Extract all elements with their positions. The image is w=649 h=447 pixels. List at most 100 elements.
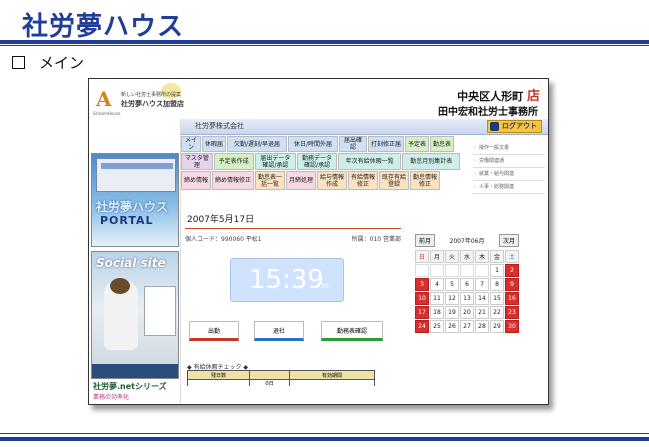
menu-item-payroll[interactable]: 給与情報作成 xyxy=(317,171,347,190)
menu-item-absence[interactable]: 欠勤/遅刻/早退届 xyxy=(227,136,287,152)
next-month-button[interactable]: 次月 xyxy=(498,233,519,247)
calendar-day[interactable]: 30 xyxy=(505,320,519,333)
calendar-day[interactable]: 13 xyxy=(460,292,474,305)
menu-item-month-close[interactable]: 月締処理 xyxy=(286,171,316,190)
calendar-day[interactable]: 11 xyxy=(430,292,444,305)
social-title: Social site xyxy=(96,256,166,270)
menu-item-stamp-fix[interactable]: 打刻修正届 xyxy=(368,136,404,152)
logo-name: 社労夢ハウス加盟店 xyxy=(121,100,184,108)
net-series-banner[interactable]: 社労夢.netシリーズ 業務の効率化 xyxy=(93,381,177,403)
calendar-day[interactable]: 3 xyxy=(415,278,429,291)
calendar-day[interactable]: 18 xyxy=(430,306,444,319)
office-name: 田中宏和社労士事務所 xyxy=(438,107,538,118)
side-link[interactable]: 労働関連通 xyxy=(473,155,545,168)
calendar-weekday: 金 xyxy=(490,250,504,263)
menu-item-attendance[interactable]: 勤怠表 xyxy=(430,136,454,152)
banner-column: 社労夢ハウス PORTAL Social site 社労夢.netシリーズ 業務… xyxy=(89,119,181,404)
calendar-day[interactable]: 26 xyxy=(445,320,459,333)
paid-leave-header: 残日数 有効期間 xyxy=(188,371,374,379)
portal-screenshot-thumb xyxy=(96,158,176,192)
menu-item-request-approve[interactable]: 届出データ確認/承認 xyxy=(254,153,297,170)
social-site-banner[interactable]: Social site xyxy=(91,251,179,379)
menu-row-2: マスタ管理 予定表作成 届出データ確認/承認 勤務データ確認/承認 年次有給休暇… xyxy=(181,153,461,170)
menu-item-master[interactable]: マスタ管理 xyxy=(181,153,213,170)
title-divider-thin xyxy=(0,45,649,46)
menu-item-close-info[interactable]: 締め情報 xyxy=(181,171,211,190)
company-name: 社労夢株式会社 xyxy=(195,122,244,130)
menu-item-work-approve[interactable]: 勤務データ確認/承認 xyxy=(297,153,337,170)
calendar-weekday: 月 xyxy=(430,250,444,263)
screen-image xyxy=(144,286,176,336)
calendar-day[interactable]: 20 xyxy=(460,306,474,319)
logo-sub: ShalomHouse xyxy=(93,111,121,116)
calendar-day[interactable]: 25 xyxy=(430,320,444,333)
main-menu: メイン 休暇届 欠勤/遅刻/早退届 休日/時間外届 届出確認 打刻修正届 予定表… xyxy=(181,136,461,191)
menu-item-request-check[interactable]: 届出確認 xyxy=(339,136,367,152)
menu-item-attendance-list[interactable]: 勤怠表一括一覧 xyxy=(255,171,285,190)
calendar-day[interactable]: 29 xyxy=(490,320,504,333)
paid-cell xyxy=(188,380,250,386)
clock-out-button[interactable]: 退社 xyxy=(254,321,304,341)
calendar-day[interactable]: 12 xyxy=(445,292,459,305)
calendar-day[interactable]: 28 xyxy=(475,320,489,333)
calendar-day[interactable]: 9 xyxy=(505,278,519,291)
calendar-weekday: 土 xyxy=(505,250,519,263)
calendar-day[interactable]: 27 xyxy=(460,320,474,333)
logo-tagline: 新しい社労士事務所の提案 xyxy=(121,92,182,98)
prev-month-button[interactable]: 前月 xyxy=(415,233,436,247)
calendar-empty-cell xyxy=(475,264,489,277)
menu-item-monthly-total[interactable]: 勤怠月別集計表 xyxy=(402,153,460,170)
work-record-button[interactable]: 勤務表確認 xyxy=(321,321,383,341)
calendar-day[interactable]: 4 xyxy=(430,278,444,291)
office-location: 中央区人形町 店 xyxy=(457,89,540,104)
calendar: 前月 2007年06月 次月 日月火水木金土 1 2 3 4 5 6 7 8 9 10 11 12 13 1… xyxy=(415,233,519,333)
calendar-day[interactable]: 22 xyxy=(490,306,504,319)
calendar-day[interactable]: 10 xyxy=(415,292,429,305)
calendar-day[interactable]: 21 xyxy=(475,306,489,319)
net-series-subtitle: 業務の効率化 xyxy=(93,394,130,401)
calendar-day[interactable]: 7 xyxy=(475,278,489,291)
calendar-day[interactable]: 2 xyxy=(505,264,519,277)
calendar-day[interactable]: 14 xyxy=(475,292,489,305)
company-bar: 社労夢株式会社 ログアウト xyxy=(181,119,548,135)
menu-item-close-fix[interactable]: 締め情報修正 xyxy=(212,171,254,190)
logout-icon xyxy=(490,122,499,131)
current-date: 2007年5月17日 xyxy=(187,215,255,225)
slide: 社労夢ハウス メイン A ShalomHouse 新しい社労士事務所の提案 社労… xyxy=(0,0,649,447)
menu-row-3: 締め情報 締め情報修正 勤怠表一括一覧 月締処理 給与情報作成 有給情報修正 既… xyxy=(181,171,461,190)
calendar-day[interactable]: 23 xyxy=(505,306,519,319)
side-link[interactable]: 人事・総務関連 xyxy=(473,181,545,194)
side-link[interactable]: 就業・給与関連 xyxy=(473,168,545,181)
menu-item-attendance-fix[interactable]: 勤怠情報修正 xyxy=(410,171,440,190)
calendar-weekday: 火 xyxy=(445,250,459,263)
calendar-weekday: 日 xyxy=(415,250,429,263)
calendar-day[interactable]: 5 xyxy=(445,278,459,291)
calendar-day[interactable]: 8 xyxy=(490,278,504,291)
menu-item-schedule-create[interactable]: 予定表作成 xyxy=(213,153,254,170)
calendar-day[interactable]: 16 xyxy=(505,292,519,305)
menu-item-overtime[interactable]: 休日/時間外届 xyxy=(288,136,338,152)
paid-header-cell: 残日数 xyxy=(188,371,250,379)
calendar-day[interactable]: 15 xyxy=(490,292,504,305)
calendar-day[interactable]: 6 xyxy=(460,278,474,291)
calendar-day[interactable]: 24 xyxy=(415,320,429,333)
portal-banner[interactable]: 社労夢ハウス PORTAL xyxy=(91,153,179,247)
menu-item-schedule[interactable]: 予定表 xyxy=(405,136,429,152)
side-link[interactable]: 操作一般文書 xyxy=(473,142,545,155)
calendar-day[interactable]: 19 xyxy=(445,306,459,319)
logout-button[interactable]: ログアウト xyxy=(487,120,542,133)
clock-in-button[interactable]: 出勤 xyxy=(189,321,239,341)
calendar-day[interactable]: 1 xyxy=(490,264,504,277)
calendar-day[interactable]: 17 xyxy=(415,306,429,319)
side-links: 操作一般文書 労働関連通 就業・給与関連 人事・総務関連 xyxy=(473,142,545,194)
date-divider xyxy=(185,228,401,229)
menu-item-leave[interactable]: 休暇届 xyxy=(202,136,226,152)
menu-item-paid-register[interactable]: 既存有給登録 xyxy=(379,171,409,190)
calendar-empty-cell xyxy=(445,264,459,277)
section-label: メイン xyxy=(39,54,85,72)
paid-header-cell xyxy=(250,371,290,379)
menu-item-paid-fix[interactable]: 有給情報修正 xyxy=(348,171,378,190)
menu-item-main[interactable]: メイン xyxy=(181,136,201,152)
menu-item-paid-list[interactable]: 年次有給休暇一覧 xyxy=(337,153,402,170)
app-header: A ShalomHouse 新しい社労士事務所の提案 社労夢ハウス加盟店 中央区… xyxy=(89,79,548,119)
